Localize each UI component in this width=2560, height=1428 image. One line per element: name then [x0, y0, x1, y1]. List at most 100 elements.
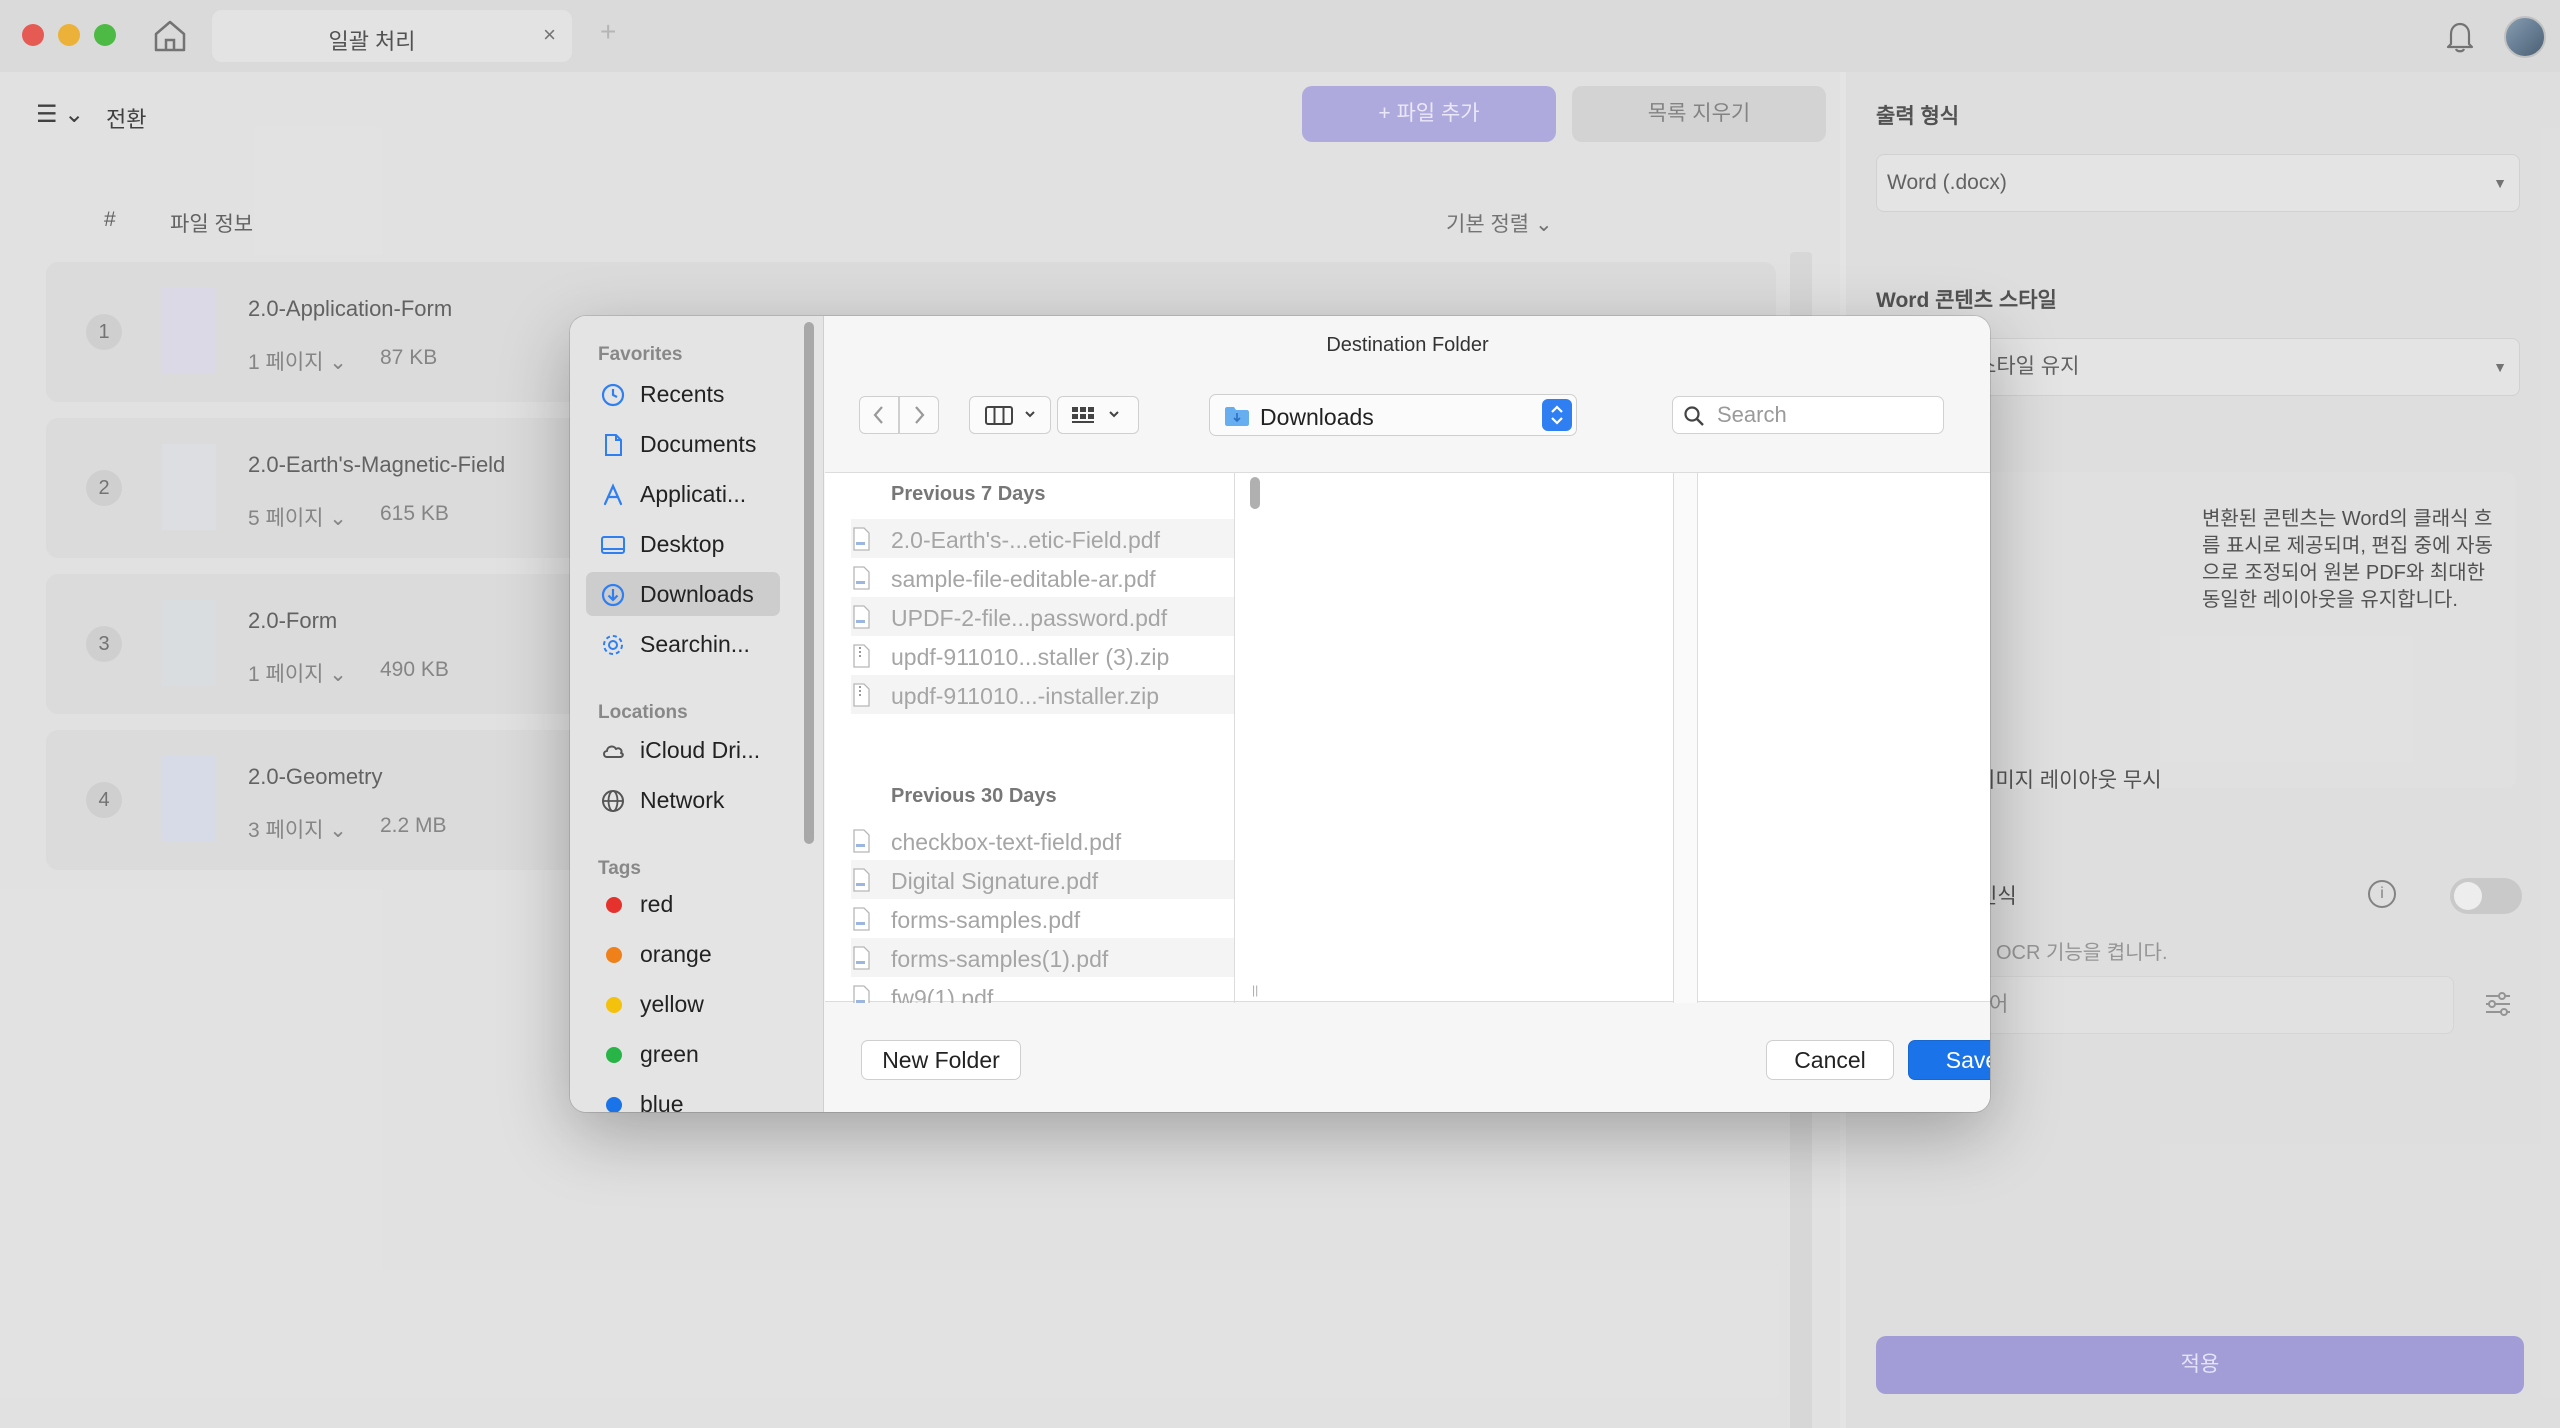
file-list-item[interactable]: UPDF-2-file...password.pdf — [851, 597, 1234, 636]
download-icon — [601, 583, 625, 607]
location-popup[interactable]: Downloads — [1209, 394, 1577, 436]
dialog-title: Destination Folder — [1326, 334, 1489, 356]
zip-file-icon — [853, 644, 870, 668]
sidebar-scrollbar[interactable] — [804, 322, 814, 844]
columns-icon — [985, 406, 1035, 425]
document-icon — [605, 434, 622, 456]
file-name: updf-911010...staller (3).zip — [891, 644, 1170, 670]
browser-column-2 — [1262, 473, 1674, 1003]
location-label: Downloads — [1260, 404, 1374, 430]
sidebar-item-label: Downloads — [640, 581, 754, 607]
search-icon — [1684, 406, 1704, 426]
search-field[interactable] — [1672, 396, 1944, 434]
pdf-file-icon — [853, 985, 870, 1003]
sidebar-item-documents[interactable]: Documents — [586, 422, 780, 466]
file-list-item[interactable]: fw9(1).pdf — [851, 977, 1234, 1003]
new-folder-button[interactable]: New Folder — [861, 1040, 1021, 1080]
group-view-button[interactable] — [1057, 396, 1139, 434]
save-button[interactable]: Save — [1908, 1040, 1990, 1080]
tag-dot-icon — [606, 947, 622, 963]
column-resize-handle[interactable]: || — [1252, 983, 1258, 997]
cancel-button[interactable]: Cancel — [1766, 1040, 1894, 1080]
browser-column-1: Previous 7 Days 2.0-Earth's-...etic-Fiel… — [825, 473, 1235, 1003]
file-name: sample-file-editable-ar.pdf — [891, 566, 1156, 592]
file-name: updf-911010...-installer.zip — [891, 683, 1160, 709]
file-list-item[interactable]: 2.0-Earth's-...etic-Field.pdf — [851, 519, 1234, 558]
file-list-item[interactable]: forms-samples(1).pdf — [851, 938, 1234, 977]
zip-file-icon — [853, 683, 870, 707]
file-browser: Previous 7 Days 2.0-Earth's-...etic-Fiel… — [825, 472, 1990, 1003]
cloud-icon — [603, 745, 624, 758]
sidebar-item-desktop[interactable]: Desktop — [586, 522, 780, 566]
tags-header: Tags — [598, 858, 641, 879]
file-name: fw9(1).pdf — [891, 985, 994, 1003]
sidebar-item-label: Searchin... — [640, 631, 750, 657]
pdf-file-icon — [853, 868, 870, 892]
file-name: 2.0-Earth's-...etic-Field.pdf — [891, 527, 1160, 553]
file-list-item[interactable]: forms-samples.pdf — [851, 899, 1234, 938]
search-input[interactable] — [1717, 397, 1937, 433]
column-view-button[interactable] — [969, 396, 1051, 434]
sidebar-tag-yellow[interactable]: yellow — [586, 982, 780, 1026]
column-resize-handle[interactable] — [1674, 473, 1698, 1003]
pdf-file-icon — [853, 829, 870, 853]
sidebar-item-label: Applicati... — [640, 481, 747, 507]
file-name: UPDF-2-file...password.pdf — [891, 605, 1168, 631]
chevron-left-icon — [873, 406, 883, 424]
tag-dot-icon — [606, 1047, 622, 1063]
pdf-file-icon — [853, 605, 870, 629]
file-list-item[interactable]: checkbox-text-field.pdf — [851, 821, 1234, 860]
sidebar-item-label: green — [640, 1041, 699, 1067]
back-button[interactable] — [859, 396, 899, 434]
sidebar-item-label: blue — [640, 1091, 684, 1112]
pdf-file-icon — [853, 907, 870, 931]
file-name: forms-samples.pdf — [891, 907, 1081, 933]
grid-icon — [1072, 407, 1119, 423]
file-list-item[interactable]: updf-911010...-installer.zip — [851, 675, 1234, 714]
sidebar-item-label: red — [640, 891, 674, 917]
sidebar-tag-orange[interactable]: orange — [586, 932, 780, 976]
pdf-file-icon — [853, 527, 870, 551]
globe-icon — [602, 790, 624, 812]
sidebar-item-network[interactable]: Network — [586, 778, 780, 822]
browser-column-3 — [1699, 473, 1990, 1003]
gear-icon — [603, 635, 623, 655]
sidebar-item-icloud-drive[interactable]: iCloud Dri... — [586, 728, 780, 772]
sidebar-item-applications[interactable]: Applicati... — [586, 472, 780, 516]
tag-dot-icon — [606, 1097, 622, 1112]
locations-header: Locations — [598, 702, 688, 723]
desktop-icon — [601, 536, 625, 554]
dialog-content: Destination Folder Downloads Search Prev… — [825, 316, 1990, 1112]
favorites-header: Favorites — [598, 344, 683, 365]
file-name: Digital Signature.pdf — [891, 868, 1099, 894]
sidebar-tag-green[interactable]: green — [586, 1032, 780, 1076]
sidebar-item-downloads[interactable]: Downloads — [586, 572, 780, 616]
pdf-file-icon — [853, 566, 870, 590]
destination-folder-dialog: Favorites Recents Documents Applicati...… — [570, 316, 1990, 1112]
sidebar-item-label: orange — [640, 941, 712, 967]
sidebar-item-label: Documents — [640, 431, 757, 457]
file-list-item[interactable]: Digital Signature.pdf — [851, 860, 1234, 899]
sidebar-item-label: iCloud Dri... — [640, 737, 761, 763]
clock-icon — [601, 383, 625, 407]
column-scrollbar[interactable]: || — [1249, 473, 1261, 1003]
tag-dot-icon — [606, 897, 622, 913]
group-header: Previous 30 Days — [891, 785, 1057, 807]
tag-dot-icon — [606, 997, 622, 1013]
updown-chevron-icon — [1542, 399, 1572, 431]
sidebar-item-label: yellow — [640, 991, 704, 1017]
group-header: Previous 7 Days — [891, 483, 1046, 505]
forward-button[interactable] — [899, 396, 939, 434]
folder-icon — [1225, 407, 1249, 426]
file-name: forms-samples(1).pdf — [891, 946, 1109, 972]
file-list-item[interactable]: updf-911010...staller (3).zip — [851, 636, 1234, 675]
sidebar-item-label: Recents — [640, 381, 725, 407]
sidebar-tag-blue[interactable]: blue — [586, 1082, 780, 1112]
sidebar-tag-red[interactable]: red — [586, 882, 780, 926]
sidebar-item-label: Network — [640, 787, 725, 813]
chevron-right-icon — [915, 406, 925, 424]
sidebar-item-recents[interactable]: Recents — [586, 372, 780, 416]
file-list-item[interactable]: sample-file-editable-ar.pdf — [851, 558, 1234, 597]
sidebar-item-searching[interactable]: Searchin... — [586, 622, 780, 666]
applications-icon — [603, 483, 623, 506]
